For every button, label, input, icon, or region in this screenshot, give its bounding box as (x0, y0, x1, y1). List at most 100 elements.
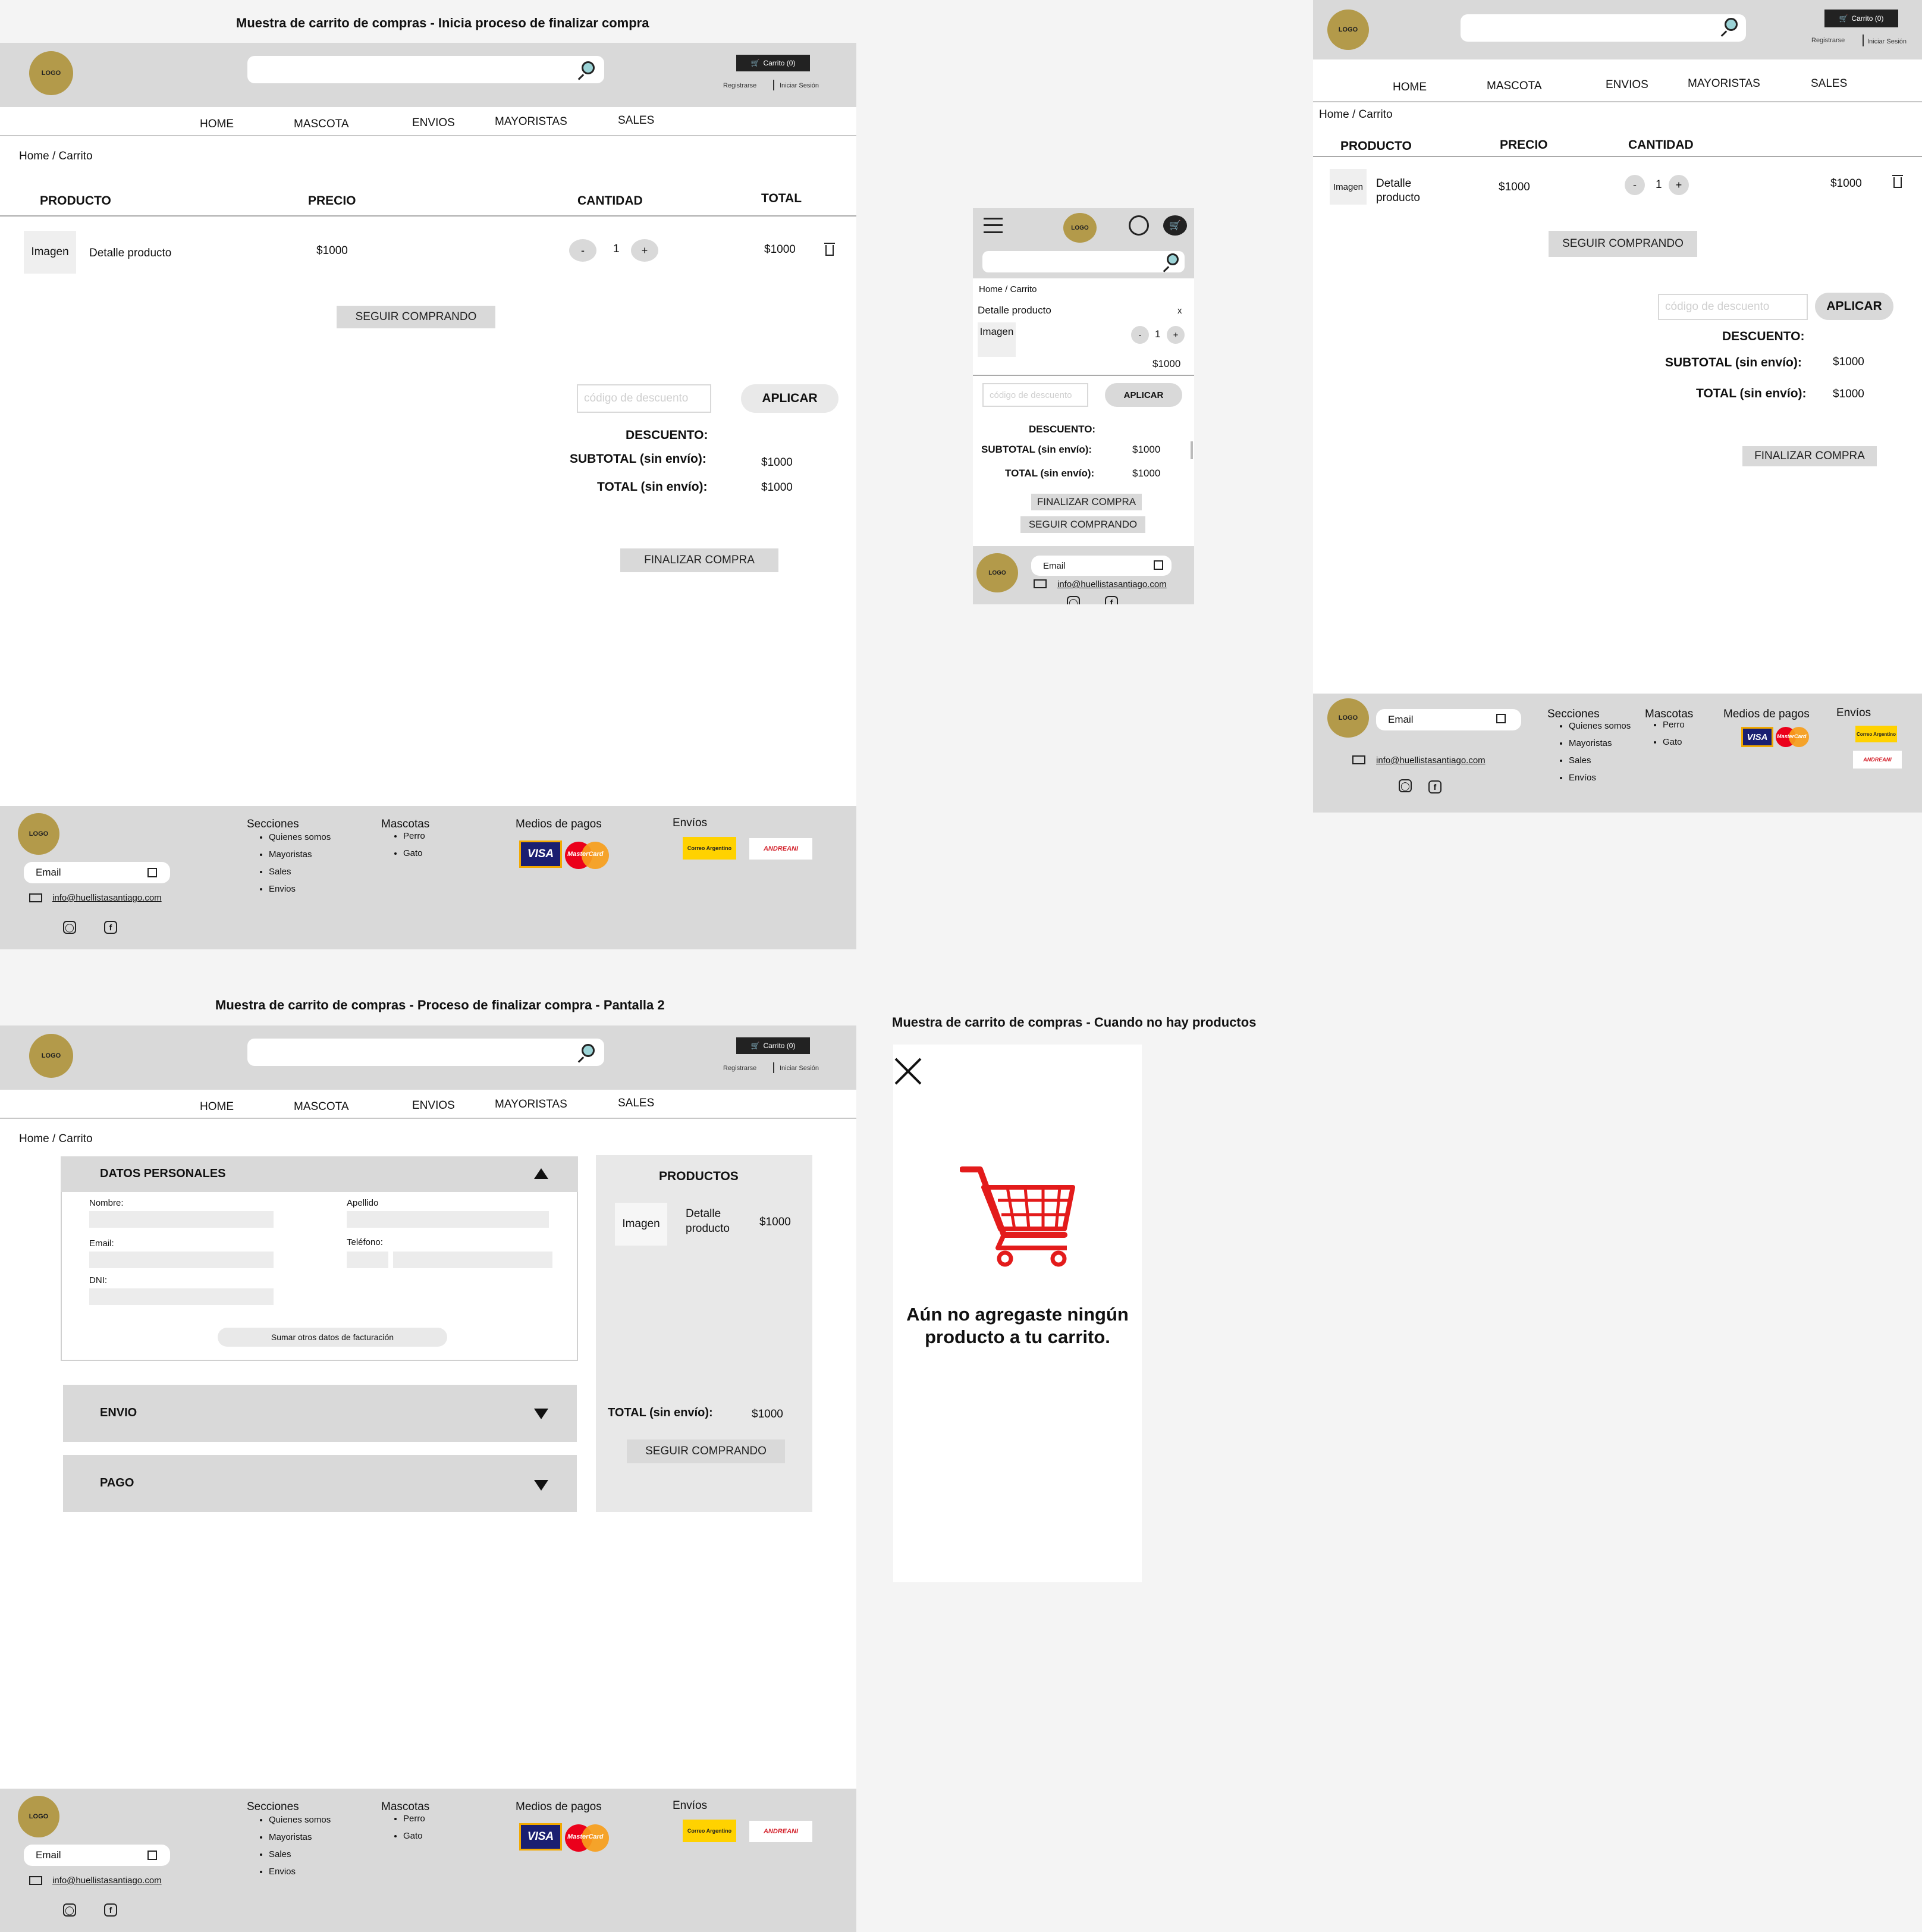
checkout-button[interactable]: FINALIZAR COMPRA (1031, 494, 1142, 510)
login-link[interactable]: Iniciar Sesión (780, 1065, 819, 1072)
nav-mascota[interactable]: MASCOTA (1487, 80, 1542, 93)
footer-section-item[interactable]: Quienes somos (1569, 717, 1631, 735)
login-link[interactable]: Iniciar Sesión (780, 82, 819, 89)
checkout-button[interactable]: FINALIZAR COMPRA (620, 548, 778, 572)
footer-email-address[interactable]: info@huellistasantiago.com (52, 1875, 162, 1886)
apellido-field[interactable] (347, 1211, 549, 1228)
dni-field[interactable] (89, 1288, 274, 1305)
qty-minus-button[interactable]: - (569, 239, 596, 262)
facebook-icon[interactable]: f (104, 1903, 117, 1917)
nav-sales[interactable]: SALES (618, 114, 654, 127)
external-link-icon[interactable] (1496, 714, 1506, 723)
qty-plus-button[interactable]: + (1167, 326, 1185, 344)
coupon-input[interactable]: código de descuento (1658, 294, 1808, 320)
user-icon[interactable] (1129, 215, 1149, 236)
remove-icon[interactable]: x (1177, 306, 1182, 316)
qty-plus-button[interactable]: + (1669, 175, 1689, 195)
register-link[interactable]: Registrarse (723, 1065, 756, 1072)
nav-sales[interactable]: SALES (1811, 77, 1847, 90)
external-link-icon[interactable] (1154, 560, 1163, 570)
product-detail[interactable]: Detalle producto (978, 305, 1051, 316)
payment-panel[interactable] (63, 1455, 577, 1512)
facebook-icon[interactable]: f (1105, 596, 1118, 604)
expand-arrow-icon[interactable] (534, 1409, 548, 1419)
logo[interactable]: LOGO (1063, 213, 1097, 243)
coupon-input[interactable]: código de descuento (982, 383, 1088, 407)
product-detail-line1[interactable]: Detalle (686, 1208, 721, 1221)
continue-shopping-button[interactable]: SEGUIR COMPRANDO (1020, 516, 1145, 533)
footer-logo[interactable]: LOGO (18, 1796, 59, 1837)
footer-email-address[interactable]: info@huellistasantiago.com (52, 893, 162, 903)
footer-pet-item[interactable]: Gato (1663, 733, 1685, 751)
collapse-arrow-icon[interactable] (534, 1168, 548, 1179)
trash-icon[interactable] (824, 243, 835, 256)
instagram-icon[interactable]: ◯ (63, 921, 76, 934)
apply-button[interactable]: APLICAR (1105, 383, 1182, 407)
instagram-icon[interactable]: ◯ (63, 1903, 76, 1917)
nav-envios[interactable]: ENVIOS (1606, 79, 1648, 92)
add-billing-button[interactable]: Sumar otros datos de facturación (218, 1328, 447, 1347)
nav-mayoristas[interactable]: MAYORISTAS (495, 1098, 567, 1111)
breadcrumb[interactable]: Home / Carrito (19, 1133, 93, 1146)
search-icon[interactable] (582, 61, 595, 74)
apply-button[interactable]: APLICAR (1815, 293, 1893, 320)
close-icon[interactable] (893, 1056, 923, 1086)
nav-envios[interactable]: ENVIOS (412, 1099, 455, 1112)
product-detail-line1[interactable]: Detalle (1376, 177, 1411, 190)
nav-envios[interactable]: ENVIOS (412, 117, 455, 130)
search-input[interactable] (247, 1039, 604, 1066)
nav-home[interactable]: HOME (200, 118, 234, 131)
footer-logo[interactable]: LOGO (1327, 698, 1369, 738)
footer-pet-item[interactable]: Perro (403, 1810, 425, 1827)
footer-section-item[interactable]: Mayoristas (269, 846, 331, 863)
qty-value[interactable]: 1 (1656, 178, 1662, 192)
search-input[interactable] (247, 56, 604, 83)
footer-logo[interactable]: LOGO (18, 813, 59, 855)
qty-value[interactable]: 1 (613, 243, 620, 256)
shipping-panel[interactable] (63, 1385, 577, 1442)
breadcrumb[interactable]: Home / Carrito (1319, 108, 1393, 121)
nav-mayoristas[interactable]: MAYORISTAS (495, 115, 567, 128)
telefono-prefix-field[interactable] (347, 1252, 388, 1268)
coupon-input[interactable]: código de descuento (577, 384, 711, 413)
nav-mascota[interactable]: MASCOTA (294, 1100, 349, 1114)
footer-pet-item[interactable]: Gato (403, 1827, 425, 1845)
nombre-field[interactable] (89, 1211, 274, 1228)
continue-shopping-button[interactable]: SEGUIR COMPRANDO (627, 1439, 785, 1463)
expand-arrow-icon[interactable] (534, 1480, 548, 1491)
search-input[interactable] (1461, 14, 1746, 42)
instagram-icon[interactable]: ◯ (1067, 596, 1080, 604)
logo[interactable]: LOGO (1327, 10, 1369, 50)
nav-mascota[interactable]: MASCOTA (294, 118, 349, 131)
product-detail-line2[interactable]: producto (1376, 192, 1420, 205)
facebook-icon[interactable]: f (104, 921, 117, 934)
trash-icon[interactable] (1892, 175, 1903, 188)
nav-home[interactable]: HOME (200, 1100, 234, 1114)
qty-minus-button[interactable]: - (1131, 326, 1149, 344)
facebook-icon[interactable]: f (1428, 780, 1442, 794)
footer-section-item[interactable]: Mayoristas (1569, 735, 1631, 752)
footer-section-item[interactable]: Envíos (1569, 769, 1631, 786)
scrollbar[interactable] (1191, 441, 1193, 459)
footer-email-address[interactable]: info@huellistasantiago.com (1057, 579, 1167, 589)
cart-button[interactable]: 🛒 Carrito (0) (736, 55, 810, 71)
footer-section-item[interactable]: Quienes somos (269, 1811, 331, 1828)
continue-shopping-button[interactable]: SEGUIR COMPRANDO (337, 306, 495, 328)
external-link-icon[interactable] (147, 1851, 157, 1860)
qty-plus-button[interactable]: + (631, 239, 658, 262)
footer-pet-item[interactable]: Perro (1663, 716, 1685, 733)
footer-section-item[interactable]: Envios (269, 880, 331, 898)
footer-pet-item[interactable]: Gato (403, 845, 425, 862)
qty-minus-button[interactable]: - (1625, 175, 1645, 195)
nav-home[interactable]: HOME (1393, 81, 1427, 94)
search-icon[interactable] (582, 1044, 595, 1057)
apply-button[interactable]: APLICAR (741, 384, 838, 413)
breadcrumb[interactable]: Home / Carrito (979, 284, 1037, 294)
breadcrumb[interactable]: Home / Carrito (19, 150, 93, 163)
product-detail[interactable]: Detalle producto (89, 247, 171, 260)
register-link[interactable]: Registrarse (723, 82, 756, 89)
email-field[interactable] (89, 1252, 274, 1268)
login-link[interactable]: Iniciar Sesión (1867, 38, 1907, 45)
footer-section-item[interactable]: Mayoristas (269, 1828, 331, 1846)
footer-section-item[interactable]: Envios (269, 1863, 331, 1880)
